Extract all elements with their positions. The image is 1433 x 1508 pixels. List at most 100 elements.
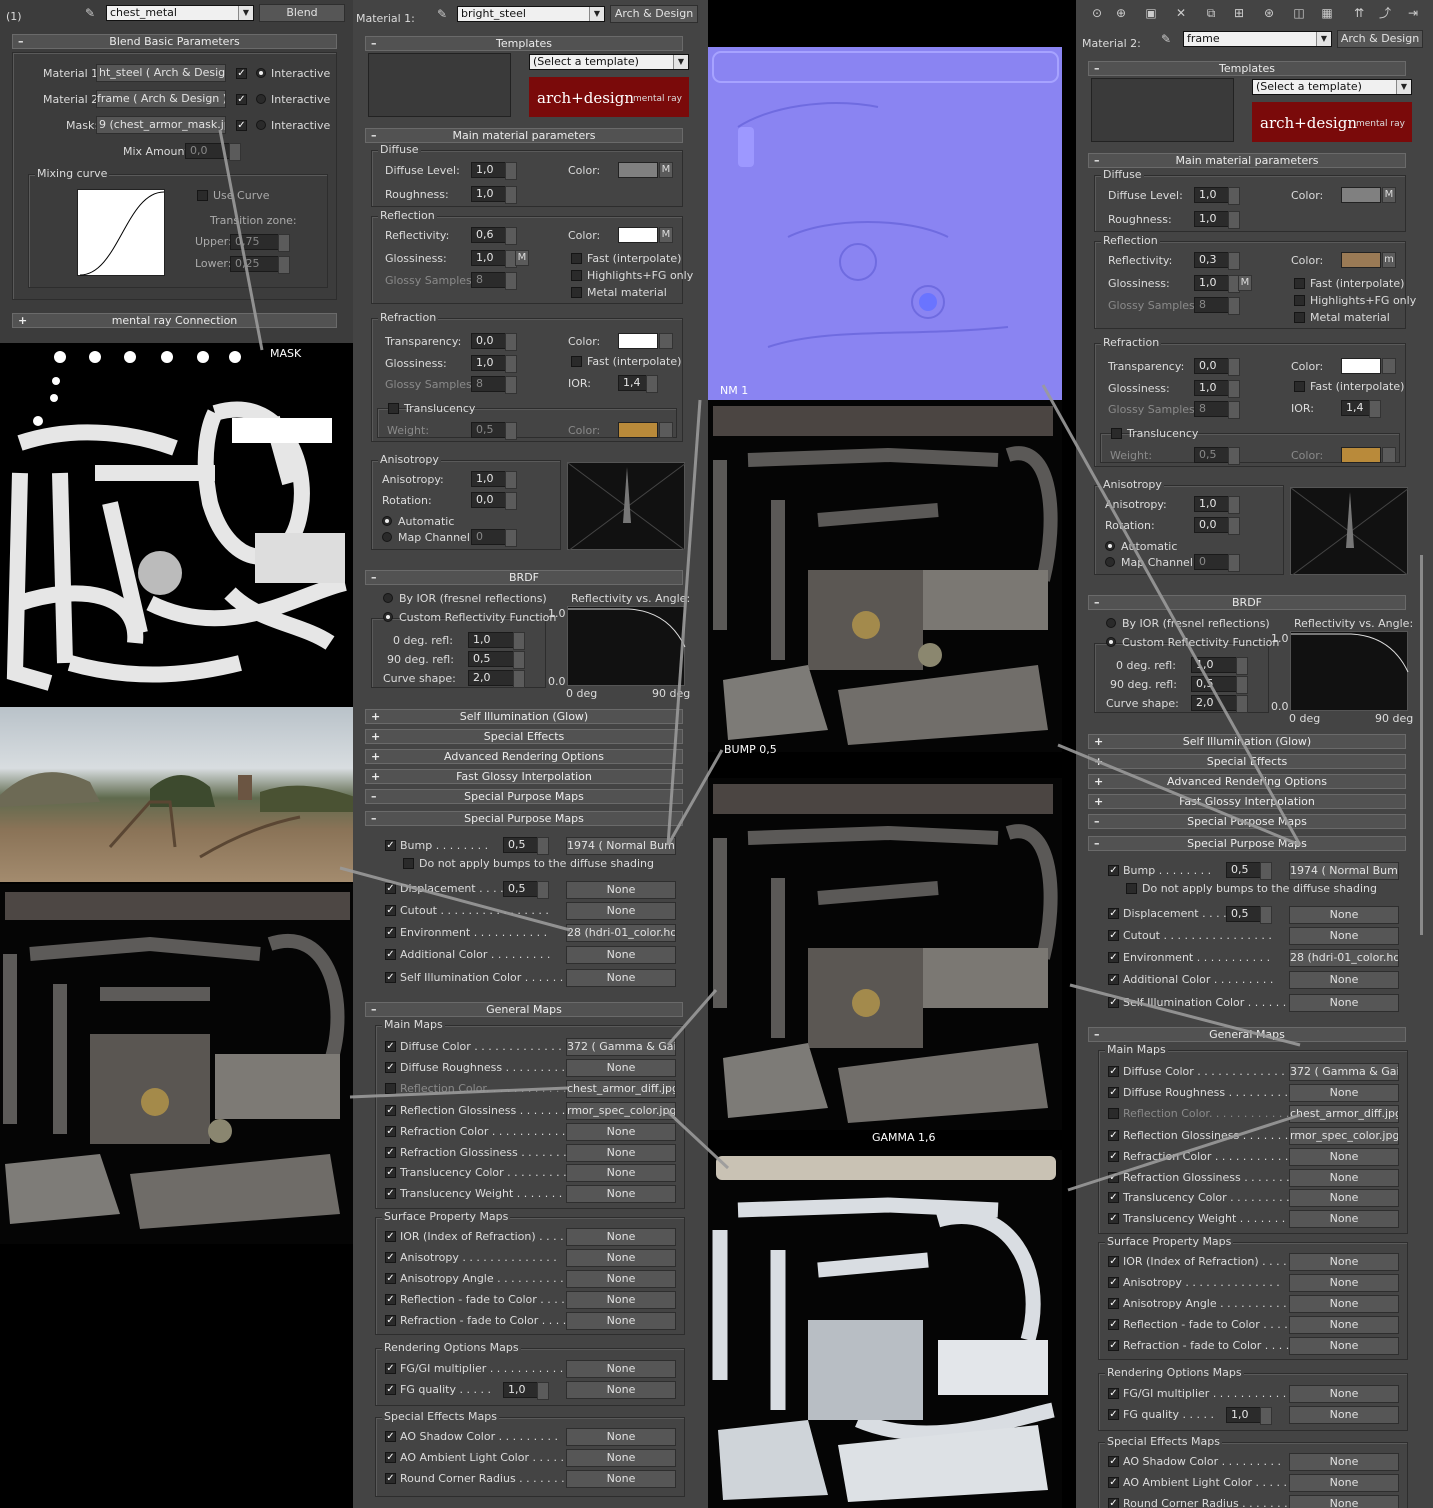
get-material-icon[interactable]: ⊙ [1090, 6, 1104, 20]
mat1-refl-fade-checkbox[interactable]: ✓ [385, 1294, 396, 1305]
mat2-diffuse-roughness-map-button[interactable]: None [1289, 1084, 1399, 1102]
mat2-ao-shadow-checkbox[interactable]: ✓ [1108, 1456, 1119, 1467]
mat2-transl-map-button[interactable] [1382, 447, 1396, 463]
mat2-diffuse-map-button[interactable]: M [1382, 187, 1396, 203]
mat2-rollout-adv-render[interactable]: + Advanced Rendering Options [1088, 774, 1406, 789]
mat1-rollout-fast-glossy[interactable]: + Fast Glossy Interpolation [365, 769, 683, 784]
mat2-rollout-general-maps[interactable]: – General Maps [1088, 1027, 1406, 1042]
mat1-refraction-color-swatch[interactable] [618, 333, 658, 349]
mat1-ao-ambient-map-button[interactable]: None [566, 1449, 676, 1467]
mat1-metal-material-checkbox[interactable] [571, 287, 582, 298]
mat1-glossiness-map-button[interactable]: M [515, 250, 529, 266]
mat2-rollout-spm[interactable]: – Special Purpose Maps [1088, 836, 1406, 851]
mat2-reflection-color-checkbox[interactable] [1108, 1108, 1119, 1119]
mat2-refr-fade-checkbox[interactable]: ✓ [1108, 1340, 1119, 1351]
mat1-rotation-spinner[interactable]: 0,0 [471, 492, 517, 510]
go-sibling-icon[interactable]: ⇥ [1406, 6, 1420, 20]
mat2-curve-shape-spinner[interactable]: 2,0 [1191, 695, 1248, 713]
put-to-library-icon[interactable]: ⊛ [1262, 6, 1276, 20]
mat1-diffuse-color-swatch[interactable] [618, 162, 658, 178]
mat1-environment-checkbox[interactable]: ✓ [385, 927, 396, 938]
mat1-rollout-special-effects[interactable]: + Special Effects [365, 729, 683, 744]
reset-map-icon[interactable]: ✕ [1174, 6, 1188, 20]
mat1-transl-color-map-button[interactable]: None [566, 1164, 676, 1182]
mat2-aniso-map-checkbox[interactable]: ✓ [1108, 1277, 1119, 1288]
mat2-refl-fade-checkbox[interactable]: ✓ [1108, 1319, 1119, 1330]
mat1-transl-color-checkbox[interactable]: ✓ [385, 1167, 396, 1178]
mat1-refr-fade-checkbox[interactable]: ✓ [385, 1315, 396, 1326]
mat1-refl-glossiness-checkbox[interactable]: ✓ [385, 1105, 396, 1116]
mat1-deg0-spinner[interactable]: 1,0 [468, 632, 525, 650]
mat2-rollout-fast-glossy[interactable]: + Fast Glossy Interpolation [1088, 794, 1406, 809]
mat2-displacement-spinner[interactable]: 0,5 [1226, 906, 1272, 924]
mat1-aniso-map-map-button[interactable]: None [566, 1249, 676, 1267]
mat1-curve-shape-spinner[interactable]: 2,0 [468, 670, 525, 688]
mat2-anisotropy-spinner[interactable]: 1,0 [1194, 496, 1240, 514]
mat2-glossiness-map-button[interactable]: M [1238, 275, 1252, 291]
mat1-rollout-adv-render[interactable]: + Advanced Rendering Options [365, 749, 683, 764]
mat1-refraction-gloss-checkbox[interactable]: ✓ [385, 1147, 396, 1158]
mat1-rollout-brdf[interactable]: – BRDF [365, 570, 683, 585]
mat1-bump-checkbox[interactable]: ✓ [385, 840, 396, 851]
mat1-refl-fade-map-button[interactable]: None [566, 1291, 676, 1309]
mat1-refr-glossy-samples-spinner[interactable]: 8 [471, 376, 517, 394]
mat1-aniso-angle-map-button[interactable]: None [566, 1270, 676, 1288]
mat1-transl-color-swatch[interactable] [618, 422, 658, 438]
copy-material-icon[interactable]: ⧉ [1204, 6, 1218, 20]
eyedropper-icon[interactable]: ✎ [435, 7, 449, 21]
mat2-ao-ambient-checkbox[interactable]: ✓ [1108, 1477, 1119, 1488]
mat1-refraction-map-button[interactable] [659, 333, 673, 349]
mat2-displacement-map-button[interactable]: None [1289, 906, 1399, 924]
mat2-rotation-spinner[interactable]: 0,0 [1194, 517, 1240, 535]
mat2-self-illum-color-checkbox[interactable]: ✓ [1108, 997, 1119, 1008]
mat2-rollout-self-illum[interactable]: + Self Illumination (Glow) [1088, 734, 1406, 749]
mat1-refr-glossiness-spinner[interactable]: 1,0 [471, 355, 517, 373]
mat2-environment-checkbox[interactable]: ✓ [1108, 952, 1119, 963]
lower-spinner[interactable]: 0,25 [230, 256, 290, 274]
mat2-refl-fade-map-button[interactable]: None [1289, 1316, 1399, 1334]
mat1-additional-color-checkbox[interactable]: ✓ [385, 949, 396, 960]
mat1-deg90-spinner[interactable]: 0,5 [468, 651, 525, 669]
mat1-additional-color-map-button[interactable]: None [566, 946, 676, 964]
mask-slot-button[interactable]: 9 (chest_armor_mask.jpg) [96, 116, 226, 134]
mat1-fggi-map-button[interactable]: None [566, 1360, 676, 1378]
mat2-cutout-checkbox[interactable]: ✓ [1108, 930, 1119, 941]
mat2-aniso-map-map-button[interactable]: None [1289, 1274, 1399, 1292]
mat1-enable-checkbox[interactable]: ✓ [236, 68, 247, 79]
mat2-highlights-fg-checkbox[interactable] [1294, 295, 1305, 306]
mat2-diffuse-color-swatch[interactable] [1341, 187, 1381, 203]
mat2-cutout-map-button[interactable]: None [1289, 927, 1399, 945]
mat1-cutout-checkbox[interactable]: ✓ [385, 905, 396, 916]
mat1-glossy-samples-spinner[interactable]: 8 [471, 272, 517, 290]
mat1-aniso-map-channel-radio[interactable] [382, 532, 392, 542]
mat2-refraction-gloss-checkbox[interactable]: ✓ [1108, 1172, 1119, 1183]
mat1-fast-interp-checkbox[interactable] [571, 253, 582, 264]
mat1-reflection-color-swatch[interactable] [618, 227, 658, 243]
eyedropper-icon[interactable]: ✎ [1159, 32, 1173, 46]
mat2-diffuse-color-map-button[interactable]: 372 ( Gamma & Gain ) [1289, 1063, 1399, 1081]
mat1-highlights-fg-checkbox[interactable] [571, 270, 582, 281]
mat2-environment-map-button[interactable]: 28 (hdri-01_color.hdr) [1289, 949, 1399, 967]
mat2-bump-spinner[interactable]: 0,5 [1226, 862, 1272, 880]
mat2-transl-weight-spinner[interactable]: 0,5 [1194, 447, 1240, 465]
mat2-glossiness-spinner[interactable]: 1,0 [1194, 275, 1240, 293]
mat1-displacement-map-button[interactable]: None [566, 881, 676, 899]
mat1-diffuse-roughness-map-button[interactable]: None [566, 1059, 676, 1077]
mat2-reflection-color-swatch[interactable] [1341, 252, 1381, 268]
mat1-no-bump-diffuse-checkbox[interactable] [403, 858, 414, 869]
mat2-reflectivity-spinner[interactable]: 0,3 [1194, 252, 1240, 270]
material-name-combo[interactable]: chest_metal [106, 5, 254, 21]
mat1-fggi-checkbox[interactable]: ✓ [385, 1363, 396, 1374]
mat2-refraction-gloss-map-button[interactable]: None [1289, 1169, 1399, 1187]
mat1-fg-quality-map-button[interactable]: None [566, 1381, 676, 1399]
rollout-mr-connection[interactable]: + mental ray Connection [12, 313, 337, 328]
mat1-fg-quality-spinner[interactable]: 1,0 [503, 1382, 549, 1400]
mat1-refr-fast-checkbox[interactable] [571, 356, 582, 367]
mat1-displacement-spinner[interactable]: 0,5 [503, 881, 549, 899]
mat1-custom-refl-radio[interactable] [383, 612, 393, 622]
mat2-metal-material-checkbox[interactable] [1294, 312, 1305, 323]
mat1-rollout-spm[interactable]: – Special Purpose Maps [365, 811, 683, 826]
mat2-transl-weight-map-button[interactable]: None [1289, 1210, 1399, 1228]
mat1-reflectivity-spinner[interactable]: 0,6 [471, 227, 517, 245]
mat2-refraction-color-checkbox[interactable]: ✓ [1108, 1151, 1119, 1162]
